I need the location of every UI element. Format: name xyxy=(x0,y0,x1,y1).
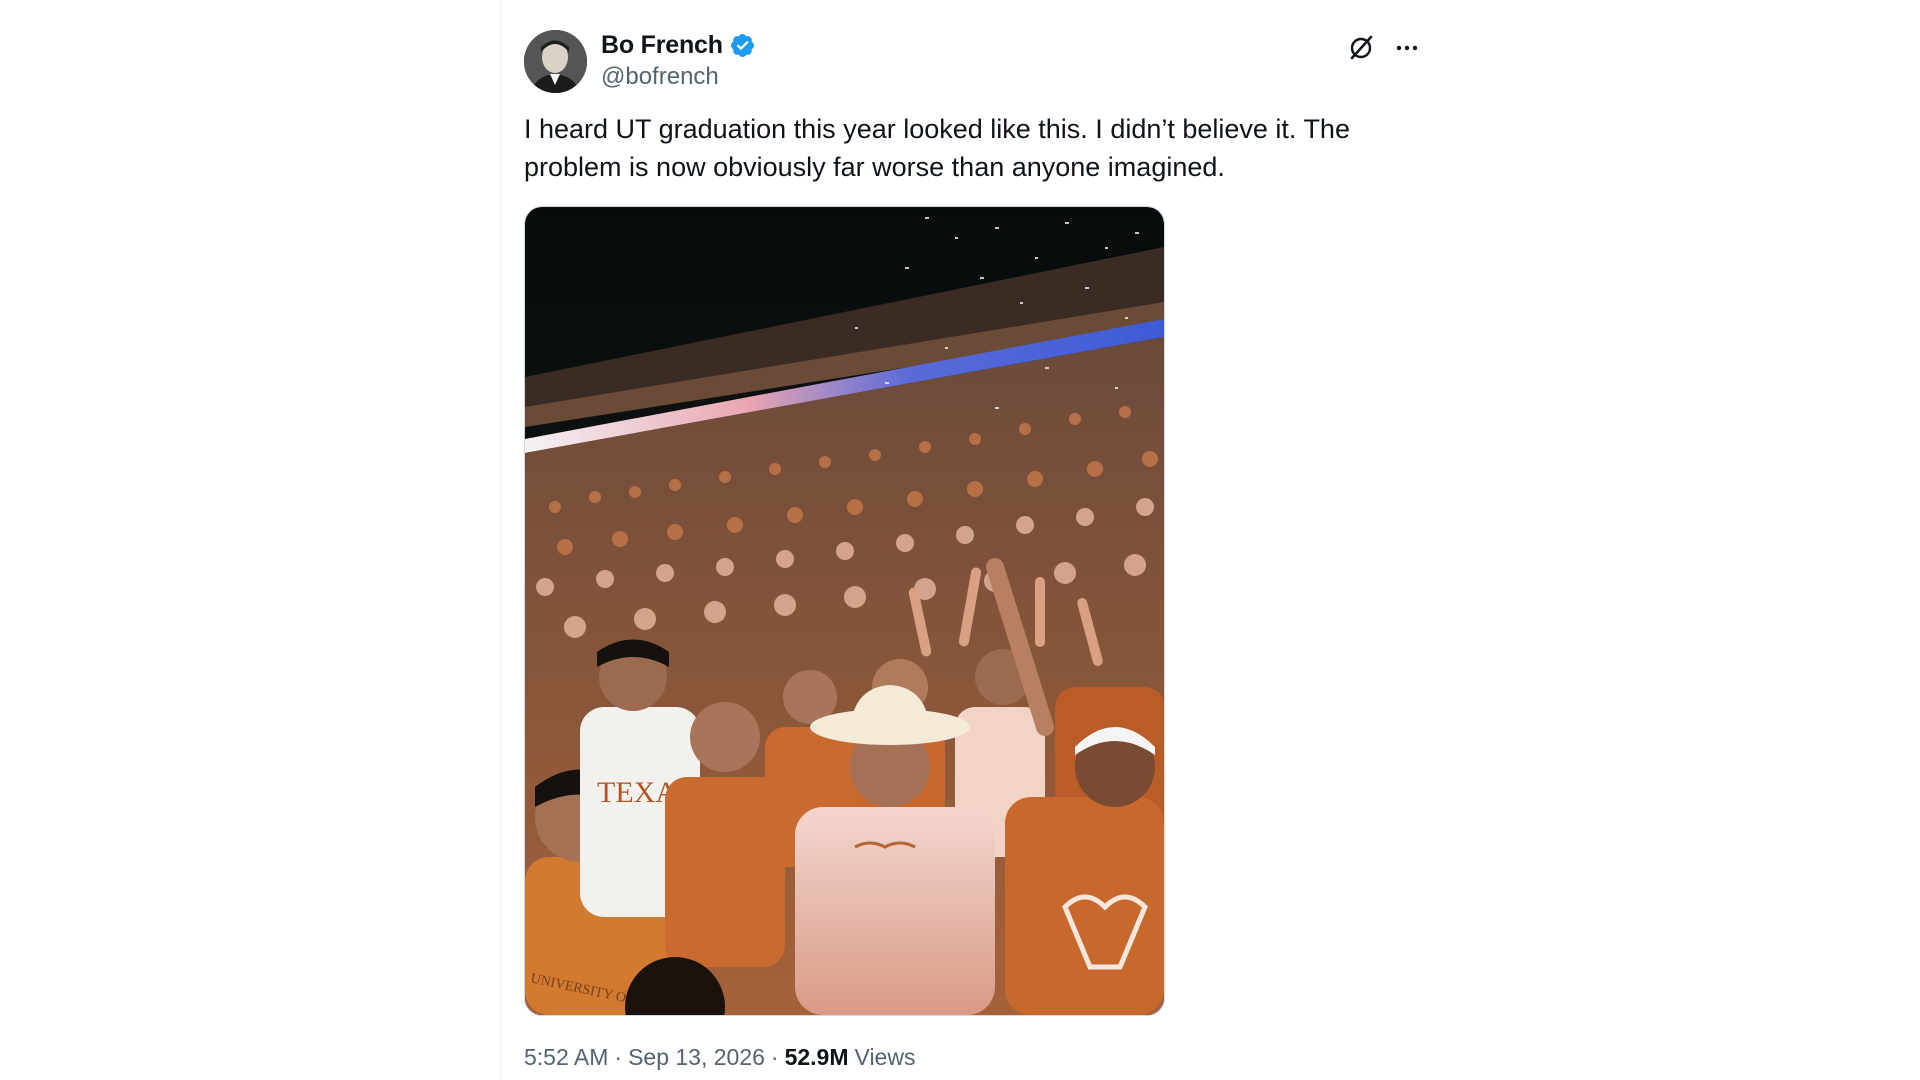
views-count: 52.9M xyxy=(784,1044,849,1070)
tweet-header: Bo French @bofrench xyxy=(524,28,1424,94)
photo-image: TEXAS UNIVERSITY OF xyxy=(525,207,1164,1015)
tweet-time[interactable]: 5:52 AM xyxy=(524,1044,608,1071)
separator: · xyxy=(614,1044,623,1070)
grok-icon[interactable] xyxy=(1344,31,1378,65)
more-icon[interactable] xyxy=(1390,31,1424,65)
tweet-meta: 5:52 AM · Sep 13, 2026 · 52.9M Views xyxy=(524,1044,1424,1071)
name-row: Bo French xyxy=(601,30,756,60)
views-label: Views xyxy=(854,1044,916,1070)
author-display-name[interactable]: Bo French xyxy=(601,31,723,60)
author-identity: Bo French @bofrench xyxy=(601,30,756,91)
tweet[interactable]: Bo French @bofrench I heard UT graduatio… xyxy=(524,28,1424,1071)
avatar[interactable] xyxy=(524,30,587,93)
tweet-date[interactable]: Sep 13, 2026 xyxy=(628,1044,765,1071)
column-divider xyxy=(500,0,501,1080)
page: Bo French @bofrench I heard UT graduatio… xyxy=(0,0,1920,1080)
verified-badge-icon[interactable] xyxy=(729,32,756,59)
tweet-text: I heard UT graduation this year looked l… xyxy=(524,114,1350,182)
separator: · xyxy=(770,1044,779,1070)
author-handle[interactable]: @bofrench xyxy=(601,63,756,91)
tweet-photo[interactable]: TEXAS UNIVERSITY OF xyxy=(524,206,1165,1016)
tweet-actions xyxy=(1344,28,1424,68)
